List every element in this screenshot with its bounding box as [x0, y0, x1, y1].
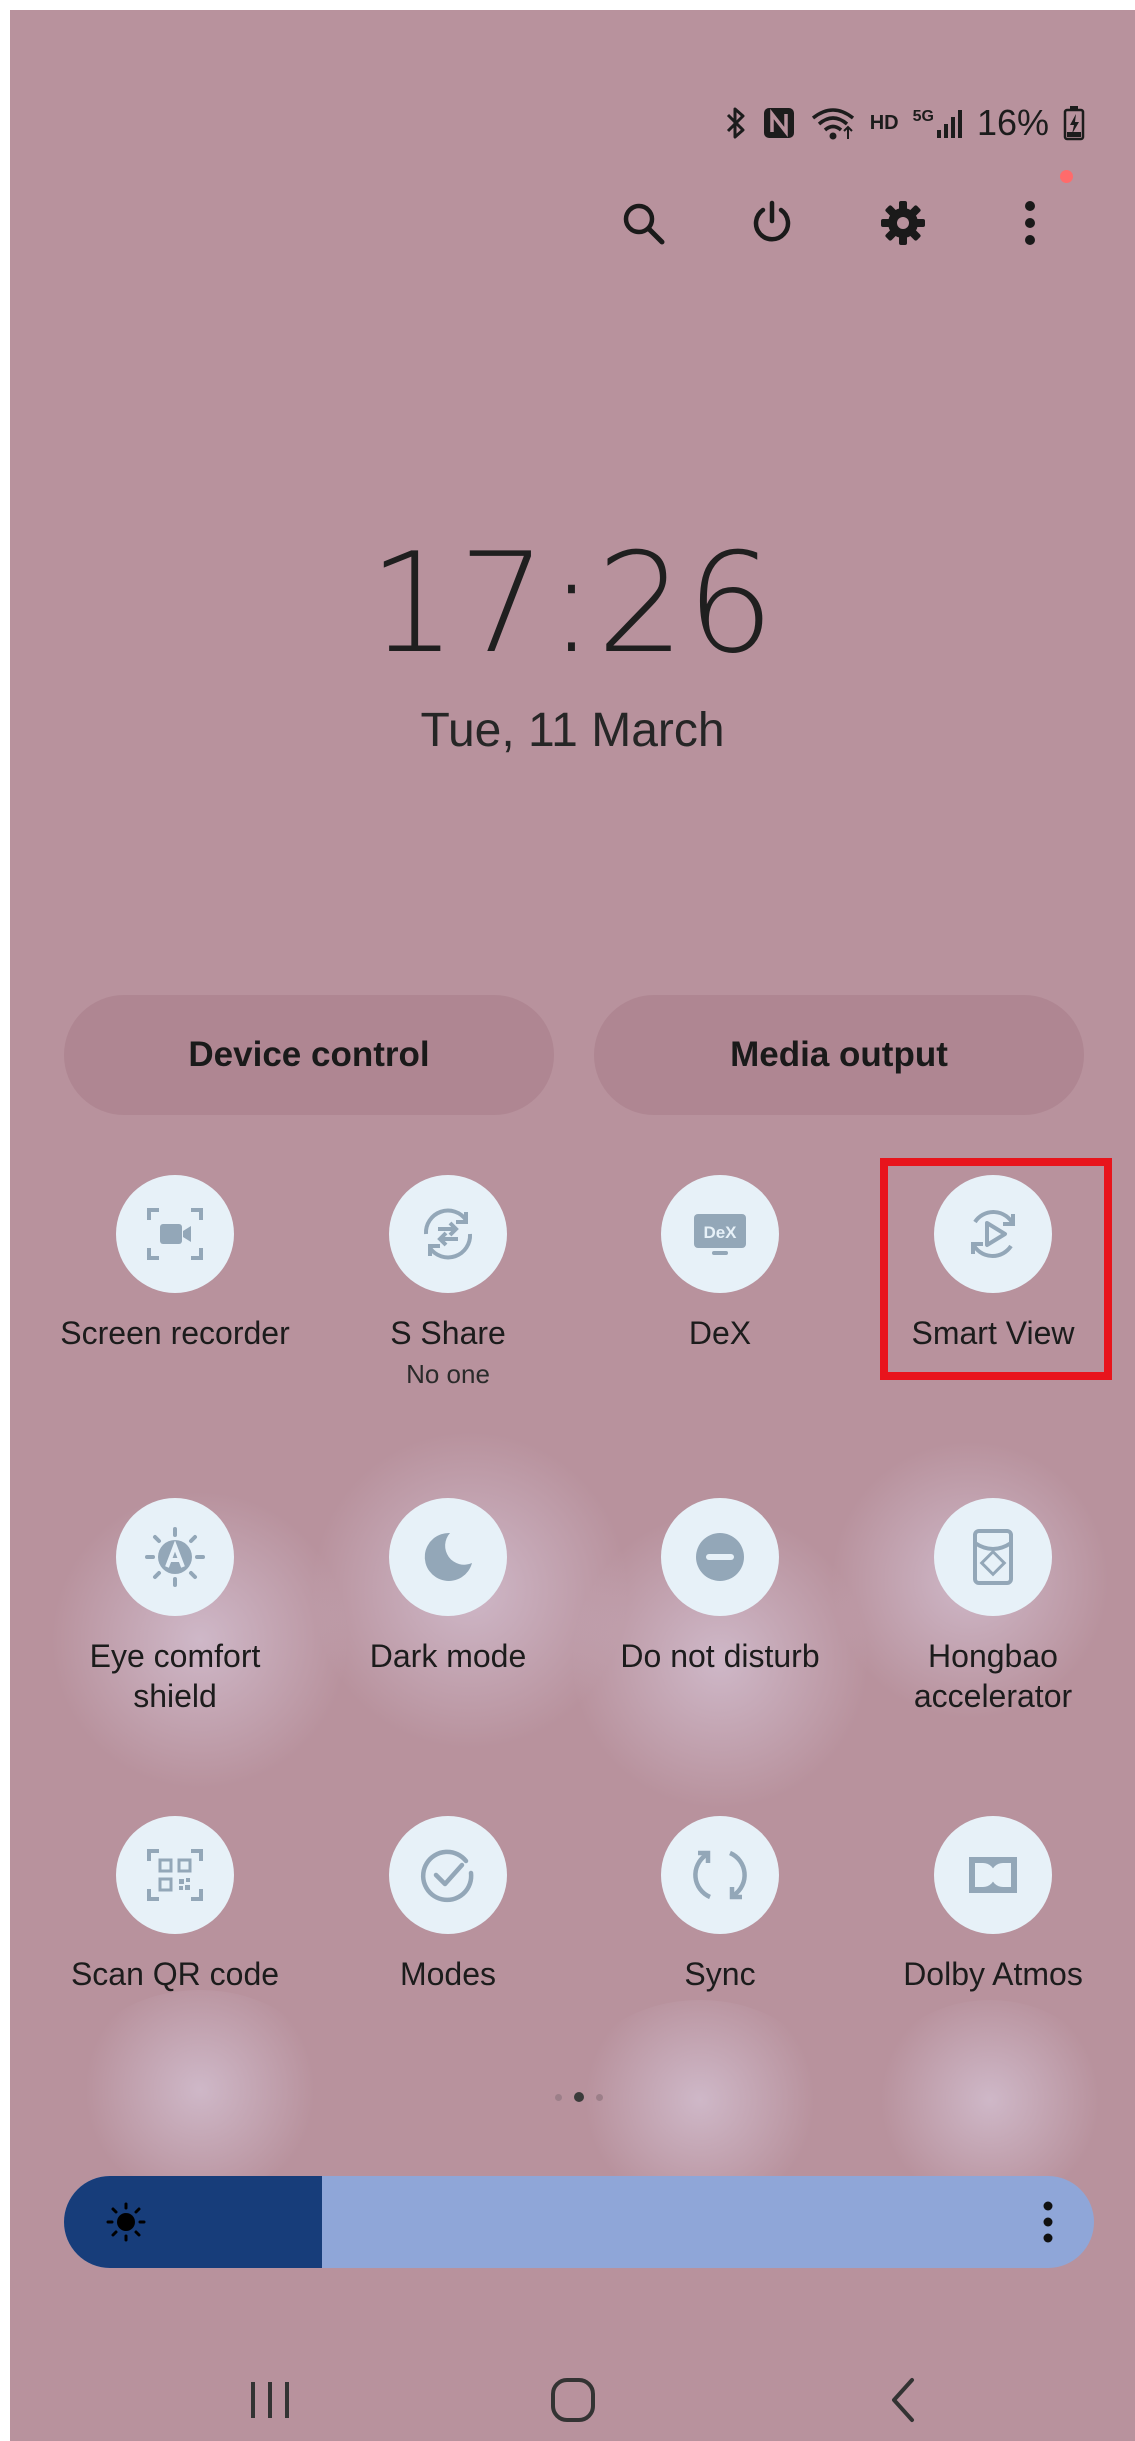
screen-recorder-icon [147, 1208, 203, 1260]
tile-eye-comfort-shield[interactable]: Eye comfort shield [45, 1498, 305, 1716]
tile-modes[interactable]: Modes [318, 1816, 578, 1994]
hongbao-icon [973, 1529, 1013, 1585]
dolby-icon [969, 1857, 1017, 1893]
tile-dex[interactable]: DeX DeX [590, 1175, 850, 1353]
tile-dark-mode[interactable]: Dark mode [318, 1498, 578, 1676]
nfc-icon [763, 108, 794, 138]
dex-icon: DeX [694, 1214, 746, 1255]
tile-scan-qr-code[interactable]: Scan QR code [45, 1816, 305, 1994]
tile-s-share[interactable]: S Share No one [318, 1175, 578, 1390]
tile-label: Do not disturb [620, 1638, 820, 1674]
modes-icon [420, 1849, 474, 1903]
sync-icon [693, 1850, 747, 1900]
tile-icon-circle [389, 1175, 507, 1293]
page-dot [574, 2092, 584, 2102]
navigation-bar [10, 2365, 1135, 2435]
tile-dolby-atmos[interactable]: Dolby Atmos [863, 1816, 1123, 1994]
signal-indicator: 5G [913, 108, 963, 138]
wifi-icon [811, 108, 854, 140]
moon-icon [424, 1532, 472, 1581]
device-control-button[interactable]: Device control [64, 995, 554, 1115]
tile-icon-circle [934, 1816, 1052, 1934]
tile-label: Dark mode [369, 1638, 527, 1674]
tile-label: Eye comfort shield [89, 1638, 261, 1714]
dex-icon-text: DeX [703, 1223, 737, 1242]
quick-settings-panel: HD 5G 16% 17:26 Tue, 11 March Device con… [10, 10, 1135, 2441]
tile-sublabel: No one [406, 1359, 490, 1389]
recent-apps-button[interactable] [235, 2365, 305, 2435]
power-icon [753, 200, 791, 242]
tile-label: DeX [688, 1315, 752, 1351]
brightness-more-icon[interactable] [1042, 2198, 1054, 2246]
recent-apps-icon [251, 2382, 289, 2418]
tile-icon-circle [661, 1498, 779, 1616]
power-button[interactable] [737, 188, 807, 258]
signal-badge: 5G [912, 108, 934, 125]
brightness-fill [64, 2176, 322, 2268]
page-indicator [555, 2092, 603, 2102]
eye-comfort-icon [145, 1527, 205, 1587]
sun-icon [106, 2202, 146, 2242]
search-icon [623, 203, 665, 245]
tile-icon-circle [116, 1175, 234, 1293]
tile-hongbao-accelerator[interactable]: Hongbao accelerator [863, 1498, 1123, 1716]
more-options-button[interactable] [1005, 188, 1055, 258]
media-output-button[interactable]: Media output [594, 995, 1084, 1115]
tile-icon-circle [116, 1816, 234, 1934]
clock-time: 17:26 [368, 523, 777, 684]
do-not-disturb-icon [696, 1533, 744, 1581]
tile-sync[interactable]: Sync [590, 1816, 850, 1994]
clock-date: Tue, 11 March [420, 704, 725, 757]
tile-icon-circle [389, 1498, 507, 1616]
back-button[interactable] [868, 2365, 938, 2435]
tile-label: S Share [390, 1315, 506, 1351]
home-button[interactable] [538, 2365, 608, 2435]
s-share-icon [423, 1208, 473, 1260]
settings-button[interactable] [868, 188, 938, 258]
back-icon [892, 2378, 914, 2422]
brightness-slider[interactable] [64, 2176, 1094, 2268]
qr-code-icon [147, 1849, 203, 1901]
battery-charging-icon [1063, 106, 1085, 141]
tile-icon-circle [661, 1816, 779, 1934]
tile-label: Dolby Atmos [903, 1956, 1083, 1992]
page-dot [555, 2093, 562, 2101]
tile-label: Modes [399, 1956, 497, 1992]
tile-icon-circle [116, 1498, 234, 1616]
tile-label: Scan QR code [70, 1956, 280, 1992]
tile-icon-circle [389, 1816, 507, 1934]
bluetooth-icon [726, 107, 745, 139]
gear-icon [881, 201, 925, 245]
tile-label: Hongbao accelerator [913, 1638, 1073, 1714]
page-dot [596, 2093, 603, 2101]
more-vertical-icon [1025, 201, 1035, 245]
home-icon [551, 2378, 595, 2422]
network-badge: HD [869, 111, 899, 134]
status-bar: HD 5G 16% [724, 98, 1085, 148]
notification-dot [1060, 170, 1073, 183]
signal-icon [936, 110, 962, 138]
search-button[interactable] [608, 188, 678, 258]
tile-icon-circle: DeX [661, 1175, 779, 1293]
tile-do-not-disturb[interactable]: Do not disturb [590, 1498, 850, 1676]
tile-label: Screen recorder [60, 1315, 290, 1351]
tile-screen-recorder[interactable]: Screen recorder [45, 1175, 305, 1353]
battery-percent: 16% [976, 102, 1049, 143]
highlight-box [880, 1158, 1112, 1380]
tile-icon-circle [934, 1498, 1052, 1616]
tile-label: Sync [684, 1956, 756, 1992]
